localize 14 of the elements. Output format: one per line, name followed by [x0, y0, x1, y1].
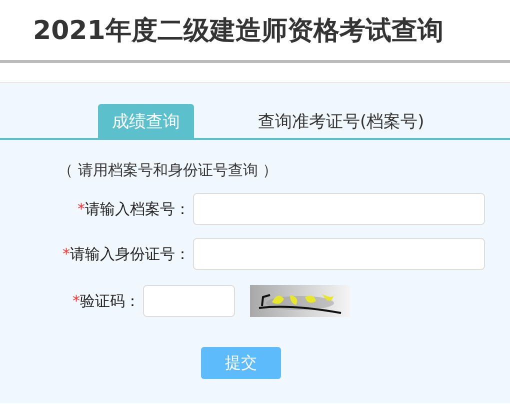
required-mark: *: [62, 244, 70, 262]
required-mark: *: [72, 292, 80, 310]
field-label: 请输入档案号：: [85, 200, 190, 218]
field-label: 验证码：: [80, 292, 140, 310]
required-mark: *: [78, 200, 85, 218]
field-label: 请输入身份证号：: [70, 244, 190, 262]
page-title: 2021年度二级建造师资格考试查询: [33, 14, 444, 48]
input-field[interactable]: [193, 193, 485, 225]
tab[interactable]: 成绩查询: [98, 104, 194, 138]
input-field[interactable]: [193, 238, 485, 270]
input-field[interactable]: [143, 285, 235, 317]
tab[interactable]: 查询准考证号(档案号): [244, 104, 438, 138]
submit-button[interactable]: 提交: [201, 347, 281, 379]
hint-text: （ 请用档案号和身份证号查询 ）: [58, 161, 279, 180]
